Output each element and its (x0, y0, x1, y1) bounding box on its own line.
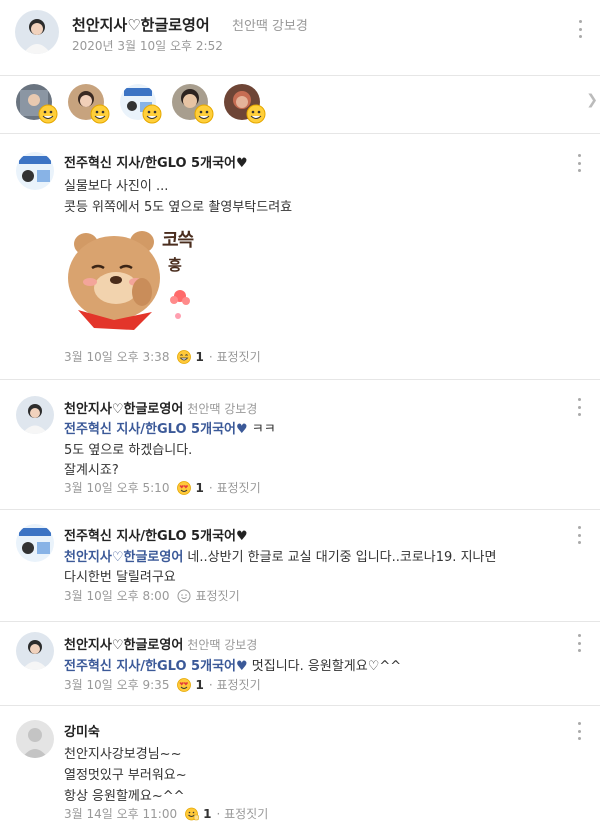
mention-link[interactable]: 전주혁신 지사/한GLO 5개국어♥ (64, 659, 248, 674)
commenter-name[interactable]: 강미숙 (64, 721, 100, 740)
comment-text: 천안지사♡한글로영어 네..상반기 한글로 교실 대기중 입니다..코로나19.… (64, 550, 497, 565)
chevron-right-icon[interactable]: ❯ (586, 92, 598, 108)
commenter-avatar[interactable] (16, 524, 54, 562)
reactor-avatar[interactable] (224, 84, 272, 128)
post-header: 천안지사♡한글로영어 천안땍 강보경 2020년 3월 10일 오후 2:52 (0, 0, 600, 76)
comment-meta: 3월 14일 오후 11:00 1 · 표정짓기 (64, 805, 269, 822)
reaction-count: 1 (195, 349, 204, 364)
mention-link[interactable]: 천안지사♡한글로영어 (64, 550, 183, 565)
comment-text: 전주혁신 지사/한GLO 5개국어♥ ㅋㅋ (64, 422, 276, 437)
smile-reaction-icon[interactable] (177, 349, 192, 364)
comment-text: 다시한번 달릴려구요 (64, 570, 176, 585)
reaction-count: 1 (195, 677, 204, 692)
comment-meta: 3월 10일 오후 3:38 1 · 표정짓기 (64, 348, 261, 365)
comment-text: 잘계시죠? (64, 463, 119, 478)
smile-hand-emoji-icon (38, 104, 58, 124)
comment-text: 전주혁신 지사/한GLO 5개국어♥ 멋집니다. 응원할게요♡^^ (64, 659, 402, 674)
comment-text: 항상 응원할께요~^^ (64, 789, 185, 804)
more-options-icon[interactable] (576, 398, 582, 416)
commenter-avatar[interactable] (16, 396, 54, 434)
mention-link[interactable]: 전주혁신 지사/한GLO 5개국어♥ (64, 422, 248, 437)
comment-time: 3월 14일 오후 11:00 (64, 807, 178, 821)
comment-time: 3월 10일 오후 8:00 (64, 589, 170, 603)
reactor-avatar[interactable] (172, 84, 220, 128)
more-options-icon[interactable] (576, 634, 582, 652)
react-button[interactable]: 표정짓기 (216, 348, 260, 365)
smile-hand-reaction-icon[interactable] (185, 807, 199, 821)
commenter-name[interactable]: 천안지사♡한글로영어 천안땍 강보경 (64, 634, 257, 653)
commenter-name[interactable]: 전주혁신 지사/한GLO 5개국어♥ (64, 525, 248, 544)
comment-time: 3월 10일 오후 9:35 (64, 678, 170, 692)
more-options-icon[interactable] (577, 20, 583, 38)
comment-text: 천안지사강보경님~~ (64, 747, 182, 762)
commenter-sub: 천안땍 강보경 (187, 402, 258, 416)
sticker-image: 코쓱 흥 (64, 220, 204, 338)
react-button[interactable]: 표정짓기 (224, 805, 268, 822)
reactor-avatar[interactable] (16, 84, 64, 128)
commenter-name[interactable]: 천안지사♡한글로영어 천안땍 강보경 (64, 398, 257, 417)
comment-item: 전주혁신 지사/한GLO 5개국어♥ 실물보다 사진이 ... 콧등 위쪽에서 … (0, 134, 600, 380)
reactor-avatar[interactable] (120, 84, 168, 128)
more-options-icon[interactable] (576, 526, 582, 544)
comment-text: 실물보다 사진이 ... (64, 179, 169, 194)
commenter-sub: 천안땍 강보경 (187, 638, 258, 652)
react-button[interactable]: 표정짓기 (216, 479, 260, 496)
love-reaction-icon[interactable] (177, 480, 192, 495)
reactors-strip: ❯ (0, 76, 600, 134)
reaction-count: 1 (195, 480, 204, 495)
commenter-name[interactable]: 전주혁신 지사/한GLO 5개국어♥ (64, 152, 248, 171)
author-name[interactable]: 천안지사♡한글로영어 (72, 14, 210, 35)
author-sub: 천안땍 강보경 (232, 19, 308, 34)
love-reaction-icon[interactable] (177, 677, 192, 692)
react-button[interactable]: 표정짓기 (216, 676, 260, 693)
comment-time: 3월 10일 오후 5:10 (64, 481, 170, 495)
comment-text: 5도 옆으로 하겠습니다. (64, 443, 193, 458)
more-options-icon[interactable] (576, 154, 582, 172)
comment-item: 천안지사♡한글로영어 천안땍 강보경 전주혁신 지사/한GLO 5개국어♥ 멋집니… (0, 622, 600, 706)
add-reaction-icon[interactable] (177, 589, 191, 603)
reactor-avatar[interactable] (68, 84, 116, 128)
sticker-text: 코쓱 (162, 230, 194, 251)
comment-meta: 3월 10일 오후 5:10 1 · 표정짓기 (64, 479, 261, 496)
comment-item: 천안지사♡한글로영어 천안땍 강보경 전주혁신 지사/한GLO 5개국어♥ ㅋㅋ … (0, 380, 600, 510)
comment-item: 강미숙 천안지사강보경님~~ 열정멋있구 부러워요~ 항상 응원할께요~^^ 3… (0, 706, 600, 825)
sticker-text: 흥 (168, 256, 182, 274)
comment-text: 콧등 위쪽에서 5도 옆으로 촬영부탁드려효 (64, 200, 293, 215)
post-date: 2020년 3월 10일 오후 2:52 (72, 39, 223, 53)
comment-meta: 3월 10일 오후 9:35 1 · 표정짓기 (64, 676, 261, 693)
commenter-avatar[interactable] (16, 152, 54, 190)
comment-meta: 3월 10일 오후 8:00 표정짓기 (64, 587, 240, 604)
commenter-avatar[interactable] (16, 720, 54, 758)
comment-item: 전주혁신 지사/한GLO 5개국어♥ 천안지사♡한글로영어 네..상반기 한글로… (0, 510, 600, 622)
react-button[interactable]: 표정짓기 (195, 587, 239, 604)
commenter-avatar[interactable] (16, 632, 54, 670)
more-options-icon[interactable] (576, 722, 582, 740)
reaction-count: 1 (203, 806, 212, 821)
author-avatar[interactable] (15, 10, 59, 54)
comment-text: 열정멋있구 부러워요~ (64, 768, 187, 783)
comment-time: 3월 10일 오후 3:38 (64, 350, 170, 364)
